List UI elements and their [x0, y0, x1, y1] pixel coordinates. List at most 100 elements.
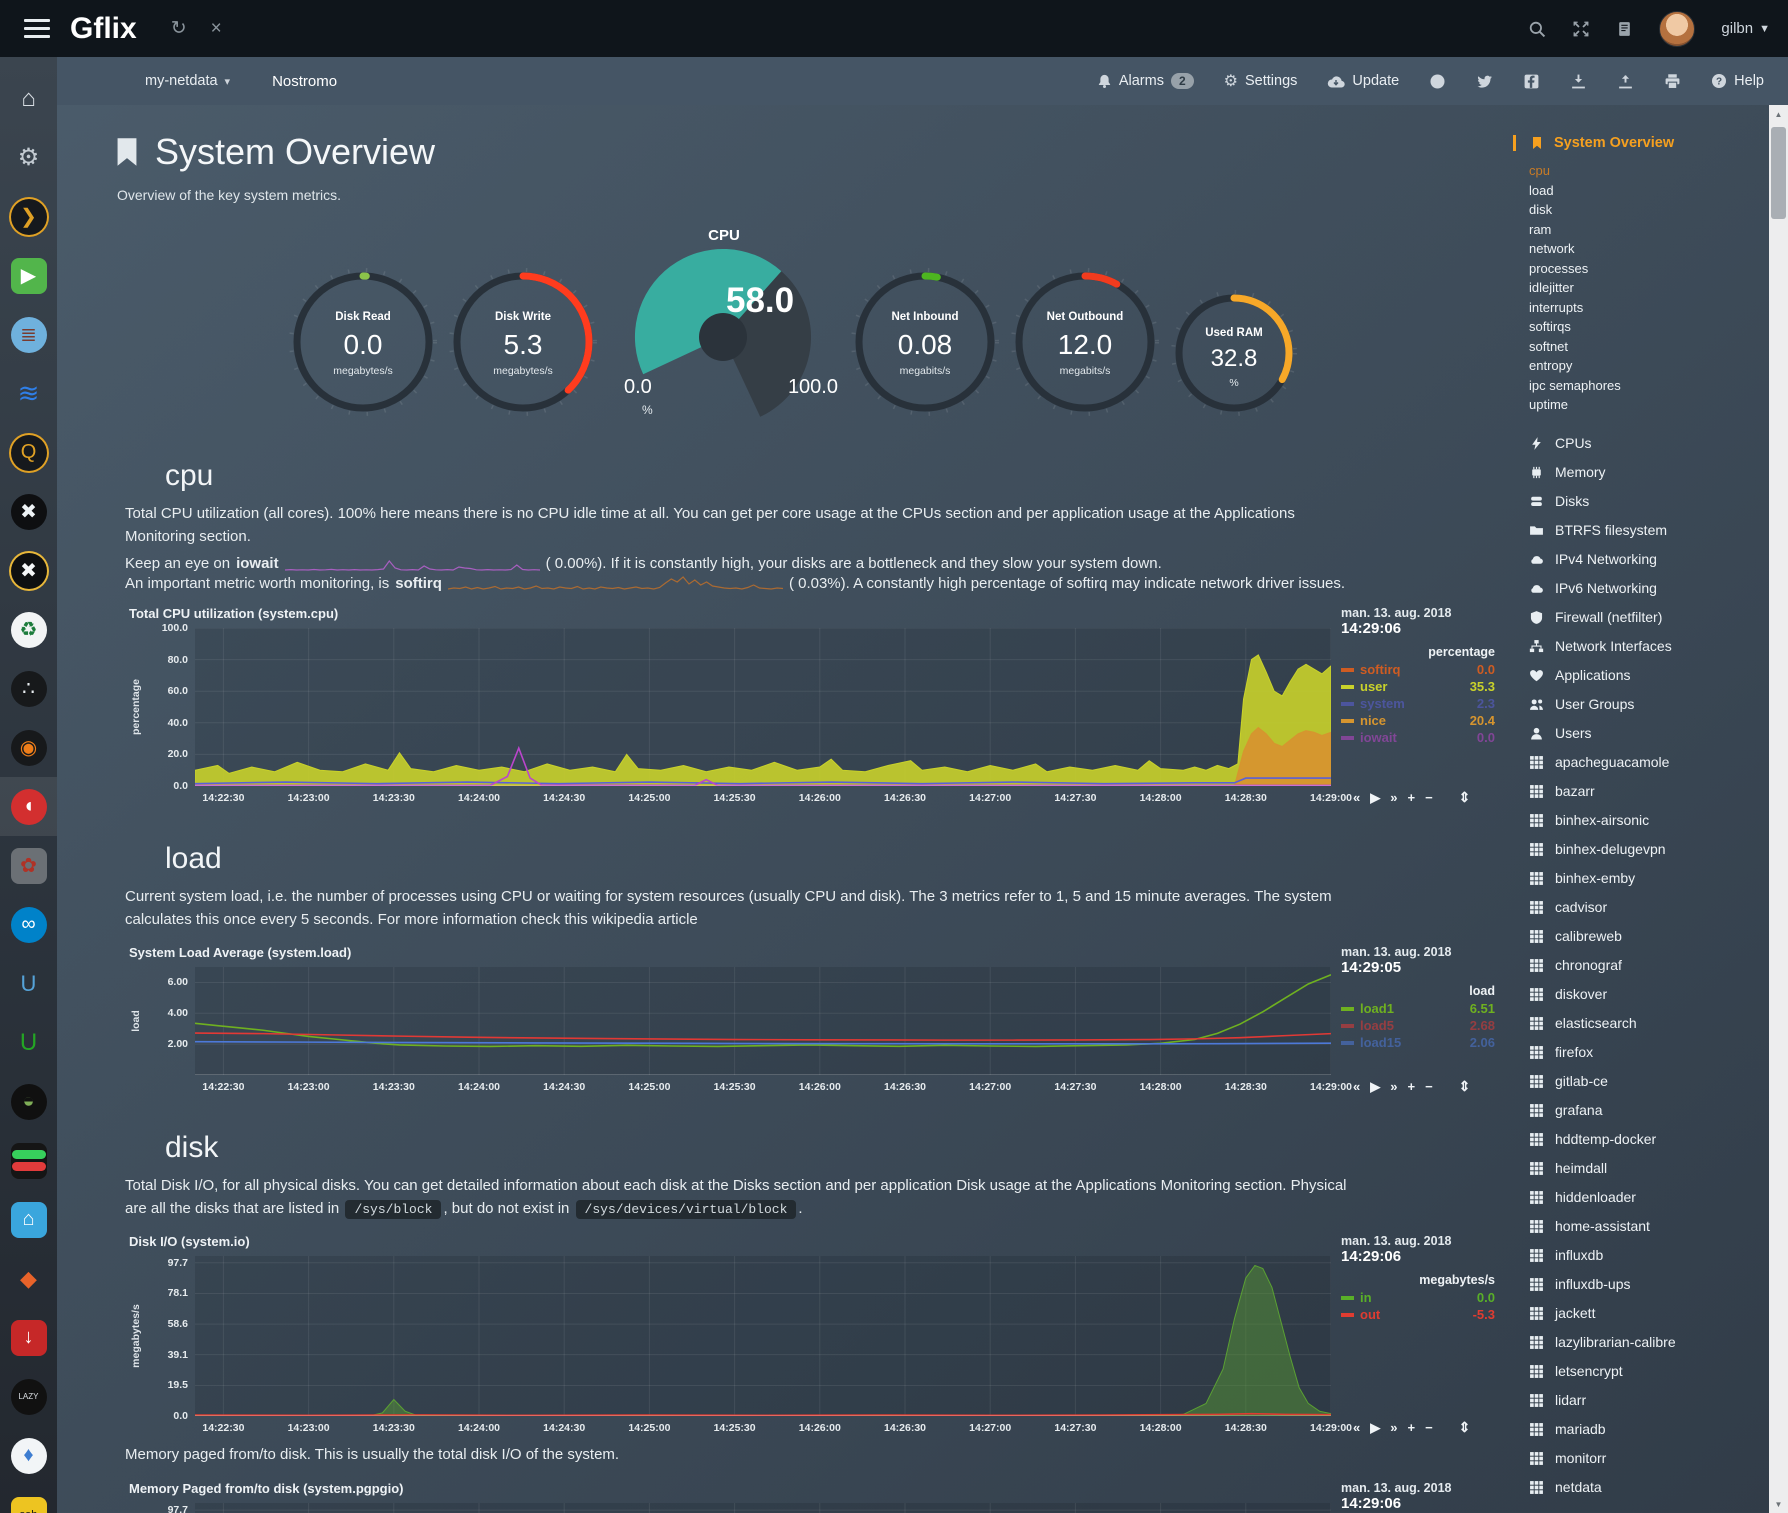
sidebar-item-home[interactable]: ⌂: [0, 69, 57, 128]
fullscreen-icon[interactable]: [1572, 20, 1590, 38]
menu-section-network-interfaces[interactable]: Network Interfaces: [1529, 632, 1769, 661]
menu-item-cpu[interactable]: cpu: [1529, 161, 1769, 181]
avatar[interactable]: [1659, 11, 1695, 47]
menu-item-interrupts[interactable]: interrupts: [1529, 298, 1769, 318]
toolbar-icon[interactable]: ▶: [1370, 790, 1380, 806]
chart-system-load[interactable]: System Load Average (system.load)load6.0…: [125, 945, 1501, 1097]
legend-item-nice[interactable]: nice20.4: [1341, 713, 1495, 728]
chart-resize-handle[interactable]: ⇕: [1459, 1419, 1471, 1436]
chart-system-pgpgio[interactable]: Memory Paged from/to disk (system.pgpgio…: [125, 1481, 1501, 1513]
sidebar-item-home-assistant[interactable]: ⌂: [0, 1190, 57, 1249]
gauge-used-ram[interactable]: Used RAM32.8%: [1170, 289, 1298, 425]
menu-app-netdata[interactable]: netdata: [1529, 1473, 1769, 1502]
menu-app-mariadb[interactable]: mariadb: [1529, 1415, 1769, 1444]
sidebar-item-sabnzbd[interactable]: sab: [0, 1485, 57, 1513]
page-scrollbar[interactable]: ▲ ▼: [1769, 105, 1788, 1513]
legend-item-user[interactable]: user35.3: [1341, 679, 1495, 694]
sidebar-item-berries-app[interactable]: ✿: [0, 836, 57, 895]
chart-resize-handle[interactable]: ⇕: [1459, 1078, 1471, 1095]
user-menu[interactable]: gilbn▼: [1721, 20, 1770, 37]
sidebar-item-jackett[interactable]: Q: [0, 423, 57, 482]
menu-app-diskover[interactable]: diskover: [1529, 980, 1769, 1009]
alarms-button[interactable]: Alarms 2: [1097, 73, 1194, 89]
legend-item-out[interactable]: out-5.3: [1341, 1307, 1495, 1322]
menu-app-binhex-emby[interactable]: binhex-emby: [1529, 864, 1769, 893]
menu-item-idlejitter[interactable]: idlejitter: [1529, 278, 1769, 298]
menu-section-btrfs-filesystem[interactable]: BTRFS filesystem: [1529, 516, 1769, 545]
sidebar-item-bazarr[interactable]: ◒: [0, 1072, 57, 1131]
menu-item-softnet[interactable]: softnet: [1529, 337, 1769, 357]
toolbar-icon[interactable]: »: [1390, 790, 1397, 805]
scrollbar-thumb[interactable]: [1771, 127, 1786, 219]
menu-app-chronograf[interactable]: chronograf: [1529, 951, 1769, 980]
facebook-icon[interactable]: [1523, 73, 1540, 90]
menu-app-influxdb[interactable]: influxdb: [1529, 1241, 1769, 1270]
sidebar-item-gitlab[interactable]: ◆: [0, 1249, 57, 1308]
search-icon[interactable]: [1528, 20, 1546, 38]
legend-item-softirq[interactable]: softirq0.0: [1341, 662, 1495, 677]
toolbar-icon[interactable]: −: [1425, 1079, 1433, 1094]
menu-app-lidarr[interactable]: lidarr: [1529, 1386, 1769, 1415]
toolbar-icon[interactable]: ▶: [1370, 1420, 1380, 1436]
menu-item-entropy[interactable]: entropy: [1529, 356, 1769, 376]
download-icon[interactable]: [1570, 73, 1587, 90]
menu-app-firefox[interactable]: firefox: [1529, 1038, 1769, 1067]
toolbar-icon[interactable]: +: [1407, 1420, 1415, 1435]
scroll-down-icon[interactable]: ▼: [1769, 1495, 1788, 1513]
sidebar-item-lazylibrarian[interactable]: LAZY: [0, 1367, 57, 1426]
legend-item-load15[interactable]: load152.06: [1341, 1035, 1495, 1050]
gauge-net-outbound[interactable]: Net Outbound12.0megabits/s: [1010, 267, 1160, 425]
sidebar-item-app-x-yellow[interactable]: ✖: [0, 541, 57, 600]
menu-app-hddtemp-docker[interactable]: hddtemp-docker: [1529, 1125, 1769, 1154]
refresh-icon[interactable]: ↻: [171, 17, 187, 40]
menu-item-uptime[interactable]: uptime: [1529, 395, 1769, 415]
hamburger-menu-icon[interactable]: [24, 14, 50, 43]
print-icon[interactable]: [1664, 73, 1681, 90]
github-icon[interactable]: [1429, 73, 1446, 90]
gauge-disk-read[interactable]: Disk Read0.0megabytes/s: [288, 267, 438, 425]
legend-item-load5[interactable]: load52.68: [1341, 1018, 1495, 1033]
menu-section-user-groups[interactable]: User Groups: [1529, 690, 1769, 719]
menu-app-calibreweb[interactable]: calibreweb: [1529, 922, 1769, 951]
legend-item-system[interactable]: system2.3: [1341, 696, 1495, 711]
gauge-cpu[interactable]: CPU58.00.0100.0%: [608, 229, 840, 425]
sidebar-item-airsonic[interactable]: ≋: [0, 364, 57, 423]
menu-app-monitorr[interactable]: monitorr: [1529, 1444, 1769, 1473]
menu-app-bazarr[interactable]: bazarr: [1529, 777, 1769, 806]
menu-app-gitlab-ce[interactable]: gitlab-ce: [1529, 1067, 1769, 1096]
menu-section-firewall-netfilter-[interactable]: Firewall (netfilter): [1529, 603, 1769, 632]
scroll-up-icon[interactable]: ▲: [1769, 105, 1788, 123]
menu-item-ipc-semaphores[interactable]: ipc semaphores: [1529, 376, 1769, 396]
menu-app-home-assistant[interactable]: home-assistant: [1529, 1212, 1769, 1241]
toolbar-icon[interactable]: »: [1390, 1079, 1397, 1094]
chart-system-io[interactable]: Disk I/O (system.io)megabytes/s97.778.15…: [125, 1234, 1501, 1438]
chart-resize-handle[interactable]: ⇕: [1459, 789, 1471, 806]
toolbar-icon[interactable]: »: [1390, 1420, 1397, 1435]
menu-item-load[interactable]: load: [1529, 181, 1769, 201]
menu-section-users[interactable]: Users: [1529, 719, 1769, 748]
sidebar-item-calibre[interactable]: ≣: [0, 305, 57, 364]
toolbar-icon[interactable]: ▶: [1370, 1079, 1380, 1095]
menu-section-disks[interactable]: Disks: [1529, 487, 1769, 516]
menu-app-grafana[interactable]: grafana: [1529, 1096, 1769, 1125]
settings-button[interactable]: ⚙ Settings: [1224, 71, 1298, 91]
menu-item-network[interactable]: network: [1529, 239, 1769, 259]
toolbar-icon[interactable]: «: [1353, 1420, 1360, 1435]
sidebar-item-plex[interactable]: ❯: [0, 187, 57, 246]
menu-section-ipv6-networking[interactable]: IPv6 Networking: [1529, 574, 1769, 603]
sidebar-item-app-x-blue[interactable]: ✖: [0, 482, 57, 541]
menu-app-binhex-delugevpn[interactable]: binhex-delugevpn: [1529, 835, 1769, 864]
menu-section-memory[interactable]: Memory: [1529, 458, 1769, 487]
twitter-icon[interactable]: [1476, 73, 1493, 90]
menu-app-influxdb-ups[interactable]: influxdb-ups: [1529, 1270, 1769, 1299]
chart-plot-area[interactable]: [195, 1503, 1331, 1513]
chart-plot-area[interactable]: [195, 967, 1331, 1075]
sidebar-item-grafana[interactable]: ◉: [0, 718, 57, 777]
sidebar-item-netdata[interactable]: ◖: [0, 777, 57, 836]
help-button[interactable]: ? Help: [1711, 73, 1764, 89]
menu-app-binhex-airsonic[interactable]: binhex-airsonic: [1529, 806, 1769, 835]
menu-header-system-overview[interactable]: System Overview: [1513, 135, 1769, 151]
menu-section-cpus[interactable]: CPUs: [1529, 429, 1769, 458]
sidebar-item-deluge[interactable]: ♦: [0, 1426, 57, 1485]
chart-plot-area[interactable]: [195, 628, 1331, 786]
